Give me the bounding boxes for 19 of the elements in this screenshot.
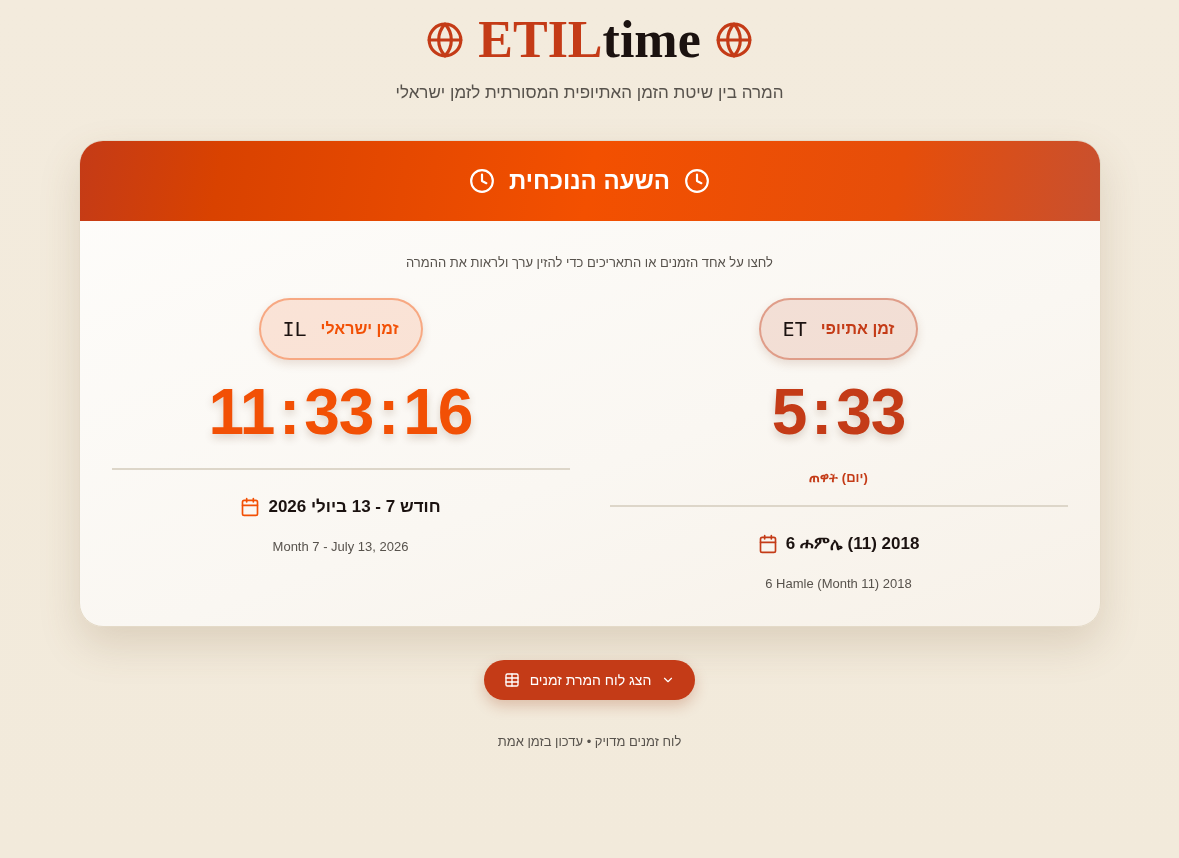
clock-icon (468, 168, 495, 194)
calendar-icon (757, 534, 778, 554)
hint-text: לחצו על אחד הזמנים או התאריכים כדי להזין ערך ולראות את ההמרה (405, 254, 774, 272)
date-text[interactable]: חודש 7 - 13 ביולי 2026 (268, 496, 441, 518)
footer-text: לוח זמנים מדויק • עדכון בזמן אמת (497, 734, 682, 750)
date-text[interactable]: 6 ሐምሌ (11) 2018 (785, 533, 920, 555)
app-title: ETILtime (478, 10, 701, 70)
time-display[interactable]: 5 : 33 (771, 378, 906, 446)
calendar-icon (240, 497, 261, 517)
globe-icon (426, 21, 465, 59)
card-title: השעה הנוכחית (508, 167, 671, 195)
date-latin-text: 6 Hamle (Month 11) 2018 (765, 576, 912, 592)
date-latin-text: Month 7 - July 13, 2026 (272, 539, 409, 555)
period-label: ጠዋት (יום) (809, 470, 868, 486)
app-subtitle: המרה בין שיטת הזמן האתיופית המסורתית לזמן ישראלי (395, 82, 784, 104)
table-icon (503, 672, 520, 688)
conversion-table-button[interactable]: הצג לוח המרת זמנים (483, 660, 696, 700)
globe-icon (714, 21, 753, 59)
clock-icon (684, 168, 711, 194)
